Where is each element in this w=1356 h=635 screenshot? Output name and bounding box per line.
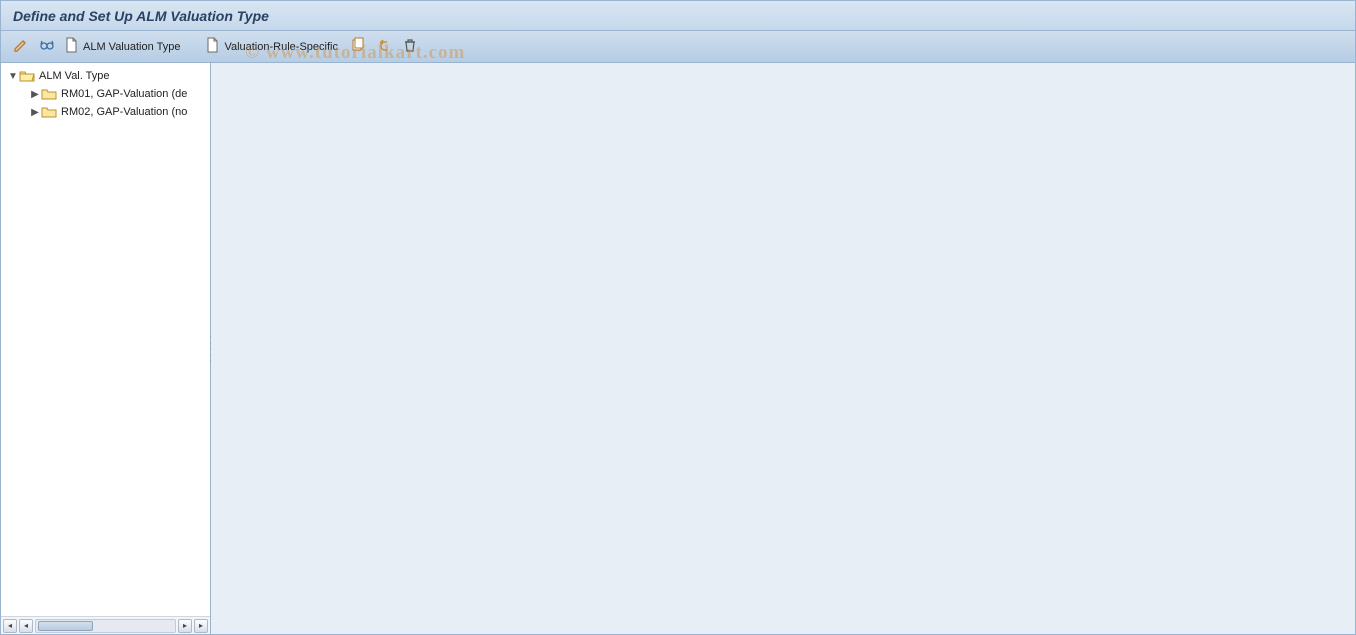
new-alm-valuation-type-label: ALM Valuation Type — [83, 41, 180, 53]
folder-icon — [41, 105, 57, 119]
title-bar: Define and Set Up ALM Valuation Type — [1, 1, 1355, 31]
tree-child-label: RM02, GAP-Valuation (no — [57, 106, 187, 118]
tree-child-item[interactable]: ▶ RM02, GAP-Valuation (no — [1, 103, 210, 121]
new-document-icon — [63, 37, 79, 56]
scroll-track[interactable] — [35, 619, 176, 633]
undo-icon — [376, 37, 392, 56]
scroll-thumb[interactable] — [38, 621, 93, 631]
glasses-icon — [39, 37, 55, 56]
new-valuation-rule-specific-label: Valuation-Rule-Specific — [224, 41, 338, 53]
tree-root-label: ALM Val. Type — [35, 70, 110, 82]
main-area: ▼ ALM Val. Type ▶ RM01, GAP-Valuation (d… — [1, 63, 1355, 634]
new-document-icon — [204, 37, 220, 56]
tree-root-item[interactable]: ▼ ALM Val. Type — [1, 67, 210, 85]
scroll-first-button[interactable]: ◂ — [3, 619, 17, 633]
new-valuation-rule-specific-button[interactable]: Valuation-Rule-Specific — [202, 36, 344, 58]
delete-button[interactable] — [398, 36, 422, 58]
new-alm-valuation-type-button[interactable]: ALM Valuation Type — [61, 36, 186, 58]
pencil-icon — [13, 37, 29, 56]
tree-child-label: RM01, GAP-Valuation (de — [57, 88, 187, 100]
application-toolbar: ALM Valuation Type Valuation-Rule-Specif… — [1, 31, 1355, 63]
copy-icon — [350, 37, 366, 56]
folder-icon — [41, 87, 57, 101]
tree-horizontal-scrollbar[interactable]: ◂ ◂ ▸ ▸ — [1, 616, 210, 634]
tree-pane: ▼ ALM Val. Type ▶ RM01, GAP-Valuation (d… — [1, 63, 211, 634]
content-pane — [211, 63, 1355, 634]
copy-button[interactable] — [346, 36, 370, 58]
open-folder-icon — [19, 69, 35, 83]
undo-button[interactable] — [372, 36, 396, 58]
tree-child-item[interactable]: ▶ RM01, GAP-Valuation (de — [1, 85, 210, 103]
page-title: Define and Set Up ALM Valuation Type — [13, 8, 269, 24]
display-button[interactable] — [35, 36, 59, 58]
scroll-left-button[interactable]: ◂ — [19, 619, 33, 633]
tree-view[interactable]: ▼ ALM Val. Type ▶ RM01, GAP-Valuation (d… — [1, 63, 210, 616]
change-button[interactable] — [9, 36, 33, 58]
expand-icon[interactable]: ▶ — [29, 89, 41, 100]
trash-icon — [402, 37, 418, 56]
expand-icon[interactable]: ▶ — [29, 107, 41, 118]
scroll-right-button[interactable]: ▸ — [178, 619, 192, 633]
scroll-last-button[interactable]: ▸ — [194, 619, 208, 633]
collapse-icon[interactable]: ▼ — [7, 71, 19, 82]
